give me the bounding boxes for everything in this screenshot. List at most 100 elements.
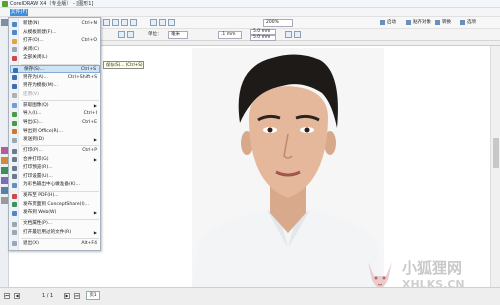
file-menu-item[interactable]: 另存为模板(M)... — [10, 82, 100, 90]
file-menu-item[interactable]: 导出到 Office(R)... — [10, 128, 100, 136]
menu-item-label: 导入(I)... — [23, 111, 42, 117]
page-tab-1[interactable]: 页1 — [86, 291, 100, 300]
drawing-scale-icon[interactable] — [294, 31, 301, 38]
menu-item-label: 还原(V) — [23, 92, 39, 97]
menu-bar: 文件(F) — [0, 8, 500, 17]
menu-item-icon — [12, 182, 17, 188]
menu-file[interactable]: 文件(F) — [10, 9, 28, 16]
coreldraw-app-icon — [2, 1, 8, 7]
file-menu-item[interactable]: 获取图像(Q) ▶ — [10, 102, 100, 110]
menu-item-label: 退出(X) — [23, 240, 39, 246]
window-title: CorelDRAW X4（专业版） - [图形1] — [10, 1, 94, 7]
menu-item-shortcut: Ctrl+P — [82, 148, 97, 153]
file-menu-item[interactable]: 打开最近用过的文件(R) ▶ — [10, 229, 100, 237]
menu-item-label: 全部关闭(L) — [23, 55, 48, 61]
menu-item-icon — [12, 157, 17, 163]
submenu-arrow-icon: ▶ — [93, 229, 97, 235]
redo-icon[interactable] — [112, 19, 119, 26]
previous-page-icon[interactable]: ◀ — [14, 293, 20, 299]
submenu-arrow-icon: ▶ — [93, 137, 97, 143]
file-menu-item[interactable]: 打印(P)... Ctrl+P — [10, 147, 100, 155]
menu-item-label: 另存为(A)... — [23, 74, 48, 80]
menu-item-icon — [12, 83, 17, 89]
copy-icon[interactable] — [159, 19, 166, 26]
outline-tool-icon[interactable] — [1, 177, 8, 184]
import-icon[interactable] — [121, 19, 128, 26]
next-page-icon[interactable]: ▶ — [64, 293, 70, 299]
portrait-orientation-icon[interactable] — [118, 31, 125, 38]
artistic-media-tool-icon[interactable] — [1, 147, 8, 154]
menu-item-label: 获取图像(Q) — [23, 102, 49, 108]
last-page-icon[interactable]: ⏭ — [74, 293, 80, 299]
file-menu-item[interactable]: 打印预览(R)... — [10, 164, 100, 172]
file-menu-item[interactable]: 保存(S)... Ctrl+S — [10, 65, 100, 74]
file-menu-item: 还原(V) — [10, 91, 100, 99]
menu-item-label: 另存为模板(M)... — [23, 83, 58, 89]
menu-item-label: 合并打印(G) — [23, 156, 49, 162]
menu-item-icon — [12, 38, 17, 44]
menu-item-icon — [12, 103, 17, 109]
menu-item-icon — [12, 21, 17, 27]
file-menu-item[interactable]: 新建(N) Ctrl+N — [10, 20, 100, 28]
snap-to-button[interactable]: 贴齐对象 — [406, 19, 431, 27]
menu-item-shortcut: Ctrl+E — [82, 120, 97, 125]
file-menu-item[interactable]: 发布到 Web(W) ▶ — [10, 209, 100, 217]
menu-item-icon — [12, 129, 17, 135]
pick-tool-icon[interactable] — [1, 19, 8, 26]
options-button[interactable]: 选项 — [460, 19, 476, 27]
file-menu-item[interactable]: 打开(O)... Ctrl+O — [10, 37, 100, 45]
menu-item-label: 发布页面到 ConceptShare(I)... — [23, 201, 90, 207]
title-bar: CorelDRAW X4（专业版） - [图形1] — [0, 0, 500, 8]
file-menu-item[interactable]: 发布页面到 ConceptShare(I)... — [10, 201, 100, 209]
file-menu-item[interactable]: 发布至 PDF(H)... — [10, 192, 100, 200]
treat-as-filled-icon[interactable] — [285, 31, 292, 38]
menu-item-label: 导出(E)... — [23, 120, 44, 125]
landscape-orientation-icon[interactable] — [127, 31, 134, 38]
fill-tool-icon[interactable] — [1, 157, 8, 164]
menu-item-icon — [12, 193, 17, 199]
file-menu-item[interactable]: 发送到(D) ▶ — [10, 136, 100, 144]
menu-item-icon — [13, 67, 18, 73]
file-menu-item[interactable]: 为彩色输出中心做准备(K)... — [10, 181, 100, 189]
file-menu-item[interactable]: 关闭(C) — [10, 46, 100, 54]
units-select[interactable]: 毫米 — [168, 31, 188, 39]
menu-item-label: 为彩色输出中心做准备(K)... — [23, 182, 80, 188]
first-page-icon[interactable]: ⏮ — [4, 293, 10, 299]
menu-item-icon — [12, 55, 17, 61]
file-menu-item[interactable]: 打印设置(U)... — [10, 173, 100, 181]
undo-icon[interactable] — [103, 19, 110, 26]
menu-item-icon — [12, 47, 17, 53]
file-menu-item[interactable]: 合并打印(G) ▶ — [10, 156, 100, 164]
launcher-button[interactable]: 启动 — [380, 19, 396, 27]
scrollbar-thumb[interactable] — [493, 138, 499, 168]
zoom-level-select[interactable]: 200% — [263, 19, 293, 27]
menu-item-icon — [12, 210, 17, 216]
export-icon[interactable] — [130, 19, 137, 26]
menu-item-shortcut: Alt+F4 — [81, 240, 97, 246]
menu-item-icon — [12, 75, 17, 81]
menu-item-label: 关闭(C) — [23, 46, 39, 52]
interactive-fill-tool-icon[interactable] — [1, 167, 8, 174]
menu-item-shortcut: Ctrl+O — [81, 38, 97, 44]
paste-icon[interactable] — [168, 19, 175, 26]
cut-icon[interactable] — [150, 19, 157, 26]
blend-tool-icon[interactable] — [1, 197, 8, 204]
file-menu-item[interactable]: 另存为(A)... Ctrl+Shift+S — [10, 74, 100, 82]
menu-item-label: 打开最近用过的文件(R) — [23, 229, 72, 235]
file-menu-item[interactable]: 从模板新建(F)... — [10, 29, 100, 37]
file-menu-item[interactable]: 导出(E)... Ctrl+E — [10, 119, 100, 127]
nudge-distance-input[interactable]: .1 mm — [218, 31, 242, 39]
convert-button[interactable]: 转换 — [435, 19, 451, 27]
file-menu-dropdown: 新建(N) Ctrl+N 从模板新建(F)... 打开(O)... Ctrl+O 关闭(C… — [8, 17, 101, 251]
menu-item-icon — [12, 148, 17, 154]
portrait-photo[interactable] — [192, 48, 384, 289]
menu-item-label: 从模板新建(F)... — [23, 29, 57, 35]
file-menu-item[interactable]: 退出(X) Alt+F4 — [10, 240, 100, 248]
save-tooltip: 保存(S)... (Ctrl+S) — [103, 61, 144, 69]
file-menu-item[interactable]: 全部关闭(L) — [10, 54, 100, 62]
menu-item-icon — [12, 230, 17, 236]
file-menu-item[interactable]: 文档属性(P)... — [10, 220, 100, 228]
file-menu-item[interactable]: 导入(I)... Ctrl+I — [10, 110, 100, 118]
eyedropper-tool-icon[interactable] — [1, 187, 8, 194]
menu-item-icon — [12, 174, 17, 180]
